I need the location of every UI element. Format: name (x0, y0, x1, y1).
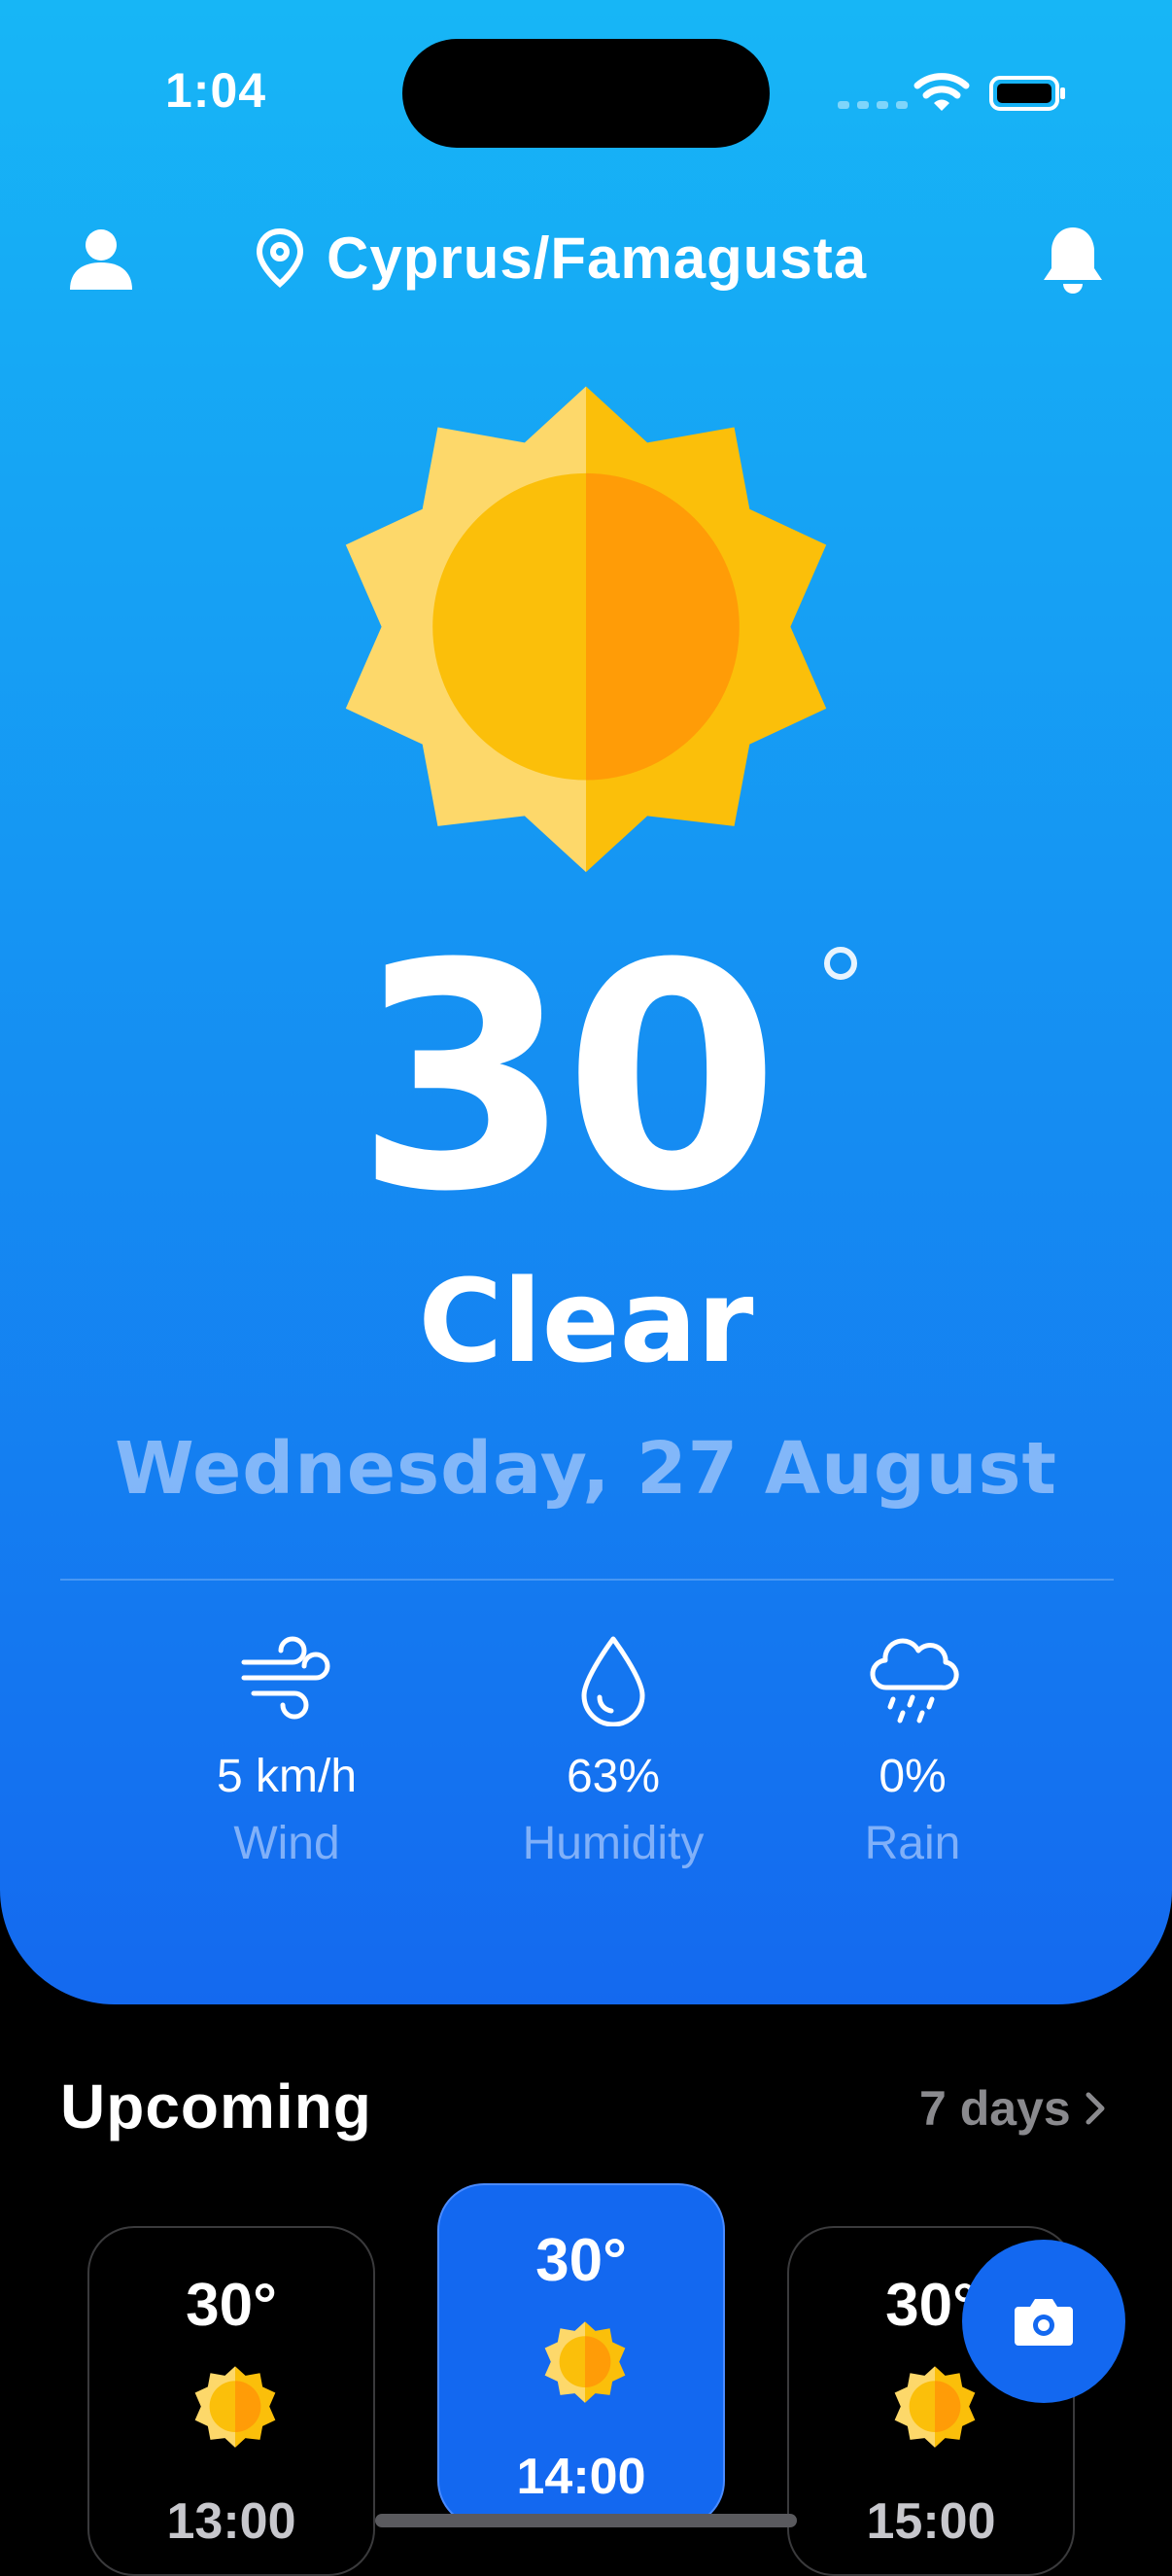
hour-temp: 30° (535, 2227, 627, 2294)
upcoming-title: Upcoming (60, 2071, 372, 2141)
location-selector[interactable]: Cyprus/Famagusta (255, 214, 867, 301)
user-profile-icon[interactable] (68, 226, 134, 292)
rain-cloud-icon (870, 1638, 959, 1723)
stat-wind: 5 km/h Wind (160, 1633, 413, 1870)
location-pin-icon (256, 227, 304, 288)
stat-rain: 0% Rain (786, 1633, 1039, 1870)
sun-icon (542, 2321, 628, 2411)
wind-label: Wind (233, 1818, 340, 1869)
weather-hero-panel: 1:04 Cyprus/Famagusta 30 Clear Wednesday… (0, 0, 1172, 2004)
stat-humidity: 63% Humidity (487, 1633, 740, 1870)
humidity-label: Humidity (522, 1818, 705, 1869)
home-indicator[interactable] (375, 2514, 797, 2527)
dynamic-island (402, 39, 770, 148)
clear-weather-sun-icon (330, 385, 842, 920)
notification-bell-icon[interactable] (1040, 224, 1106, 296)
hour-time: 15:00 (866, 2493, 996, 2550)
divider (60, 1579, 1114, 1581)
current-date: Wednesday, 27 August (115, 1427, 1057, 1511)
current-temperature: 30 (321, 923, 807, 1235)
hour-card-13[interactable]: 30° 13:00 (87, 2226, 375, 2576)
sun-icon (892, 2366, 978, 2455)
wind-icon (241, 1636, 330, 1720)
location-label: Cyprus/Famagusta (327, 225, 868, 291)
hour-time: 14:00 (516, 2449, 646, 2505)
chevron-right-icon (1086, 2092, 1105, 2125)
rain-value: 0% (879, 1751, 947, 1802)
hour-temp: 30° (186, 2272, 277, 2339)
weather-stats: 5 km/h Wind 63% Humidity 0% Rain (0, 1633, 1172, 1886)
wind-value: 5 km/h (216, 1751, 358, 1802)
wifi-icon (913, 73, 970, 111)
hour-time: 13:00 (166, 2493, 296, 2550)
sun-icon (192, 2366, 278, 2455)
battery-icon (989, 76, 1065, 111)
top-bar: Cyprus/Famagusta (0, 214, 1172, 301)
camera-button[interactable] (962, 2240, 1125, 2403)
rain-label: Rain (864, 1818, 961, 1869)
status-bar: 1:04 (0, 0, 1172, 185)
status-time: 1:04 (165, 63, 267, 118)
humidity-value: 63% (566, 1751, 661, 1802)
seven-days-label: 7 days (919, 2081, 1071, 2136)
droplet-icon (581, 1636, 645, 1726)
seven-days-link[interactable]: 7 days (919, 2080, 1106, 2137)
camera-icon (1015, 2299, 1073, 2346)
weather-condition: Clear (418, 1254, 754, 1388)
degree-symbol (824, 947, 857, 980)
hour-card-14-selected[interactable]: 30° 14:00 (437, 2183, 725, 2527)
temperature-value: 30 (355, 898, 779, 1260)
cellular-signal-icon (838, 101, 908, 109)
